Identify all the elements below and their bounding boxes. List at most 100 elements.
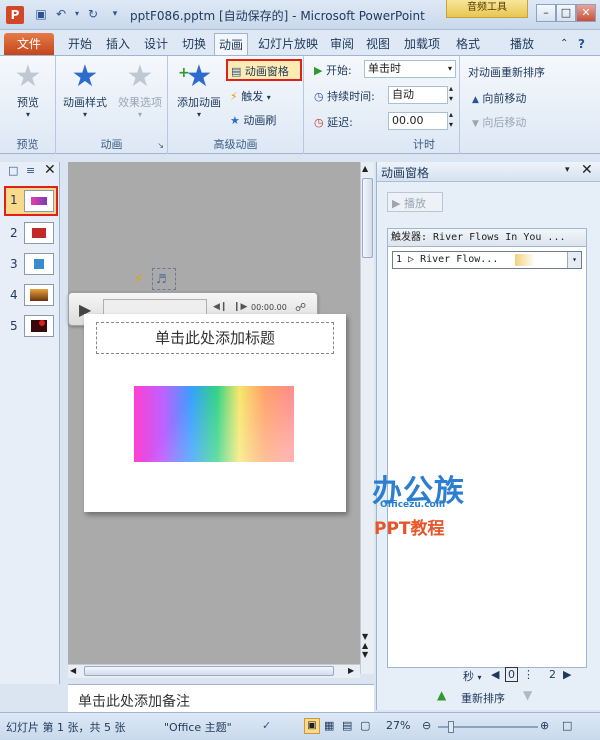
start-select[interactable]: 单击时 ▾	[364, 60, 456, 78]
item-dropdown-icon[interactable]: ▾	[567, 252, 581, 268]
effect-options-button[interactable]: ★ 效果选项 ▾	[114, 60, 166, 120]
scroll-right-icon[interactable]: ▶	[348, 666, 354, 675]
save-icon[interactable]: ▣	[34, 7, 48, 21]
slide-sorter-icon[interactable]: ▦	[324, 719, 334, 732]
delay-input[interactable]: 00.00	[388, 112, 448, 130]
tab-file[interactable]: 文件	[4, 33, 54, 55]
zoom-slider[interactable]	[438, 721, 538, 733]
timeline-start: 0	[505, 667, 518, 682]
normal-view-icon[interactable]: ▣	[304, 718, 320, 734]
slide-canvas[interactable]: 单击此处添加标题	[84, 314, 346, 512]
animation-pane-title: 动画窗格	[381, 166, 430, 180]
title-placeholder[interactable]: 单击此处添加标题	[96, 322, 334, 354]
tab-playback[interactable]: 播放	[506, 33, 538, 55]
seek-forward-icon[interactable]: ❙▶	[233, 302, 247, 312]
slide-thumbnail[interactable]	[24, 222, 54, 244]
tab-review[interactable]: 审阅	[326, 33, 358, 55]
scroll-down-icon[interactable]: ▼ ▲ ▼	[362, 632, 368, 659]
pane-options-icon[interactable]: ▾	[565, 165, 570, 175]
timeline-seconds-button[interactable]: 秒 ▾	[463, 668, 482, 684]
spell-check-icon[interactable]: ✓	[262, 719, 271, 732]
watermark-site: Officezu.com	[380, 500, 446, 510]
reorder-label: 重新排序	[461, 692, 505, 705]
scroll-thumb[interactable]	[362, 178, 373, 258]
animation-pane-icon: ▤	[231, 65, 242, 78]
animation-list: 触发器: River Flows In You ... 1 ▷ River Fl…	[387, 228, 587, 668]
undo-dropdown-icon[interactable]: ▾	[70, 7, 84, 21]
preview-button[interactable]: ★ 预览 ▾	[6, 60, 50, 120]
slide-thumbnail[interactable]	[24, 315, 54, 337]
duration-spinner[interactable]: ▴ ▾	[449, 84, 453, 104]
maximize-button[interactable]: □	[556, 4, 576, 22]
trigger-header[interactable]: 触发器: River Flows In You ...	[388, 229, 586, 247]
scroll-left-icon[interactable]: ◀	[70, 666, 76, 675]
delay-clock-icon: ◷	[314, 116, 324, 129]
group-reorder: 对动画重新排序 ▲ 向前移动 ▼ 向后移动	[464, 56, 600, 154]
slide-thumbnail[interactable]	[24, 284, 54, 306]
speaker-icon[interactable]: ♬	[156, 272, 167, 286]
add-animation-button[interactable]: ★ + 添加动画 ▾	[172, 60, 226, 120]
minimize-button[interactable]: –	[536, 4, 556, 22]
watermark-ppt: PPT教程	[374, 519, 445, 539]
slide-number: 3	[10, 257, 18, 271]
colorful-feather-image[interactable]	[134, 386, 294, 462]
zoom-in-icon[interactable]: ⊕	[540, 719, 549, 732]
reorder-down-icon[interactable]: ▼	[523, 688, 532, 702]
dialog-launcher-icon[interactable]: ↘	[157, 141, 164, 150]
volume-icon[interactable]: ☍	[295, 301, 306, 314]
slide-thumbnail[interactable]	[24, 253, 54, 275]
tab-design[interactable]: 设计	[140, 33, 172, 55]
collapse-ribbon-icon[interactable]: ⌃	[556, 33, 572, 55]
seek-back-icon[interactable]: ◀❙	[213, 302, 227, 312]
outline-tab-icon[interactable]: ≡	[26, 164, 35, 177]
tab-insert[interactable]: 插入	[102, 33, 134, 55]
animation-item[interactable]: 1 ▷ River Flow... ▾	[392, 251, 582, 269]
slides-tab-icon[interactable]: □	[8, 164, 18, 177]
animation-painter-button[interactable]: ★ 动画刷	[230, 112, 276, 128]
tab-slideshow[interactable]: 幻灯片放映	[254, 33, 322, 55]
move-later-button[interactable]: ▼ 向后移动	[472, 114, 526, 130]
timeline-scroll-left-icon[interactable]: ◀	[491, 668, 499, 681]
tab-format[interactable]: 格式	[452, 33, 484, 55]
anim-play-button[interactable]: ▶ 播放	[387, 192, 443, 212]
fit-to-window-icon[interactable]: □	[562, 719, 572, 732]
help-icon[interactable]: ?	[574, 33, 589, 55]
effect-options-dropdown-icon: ▾	[137, 110, 142, 119]
animation-pane-button[interactable]: ▤ 动画窗格	[226, 59, 302, 81]
reading-view-icon[interactable]: ▤	[342, 719, 352, 732]
zoom-slider-thumb[interactable]	[448, 721, 454, 733]
zoom-out-icon[interactable]: ⊖	[422, 719, 431, 732]
group-timing: ▶ 开始: 单击时 ▾ ◷ 持续时间: 自动 ▴ ▾ ◷ 延迟: 00.00 ▴ ▾…	[304, 56, 460, 154]
customize-quick-access-icon[interactable]: ▾	[108, 7, 122, 21]
delay-spinner[interactable]: ▴ ▾	[449, 110, 453, 130]
reorder-up-icon[interactable]: ▲	[437, 688, 446, 702]
editor-vertical-scrollbar[interactable]: ▲ ▼ ▲ ▼	[360, 162, 374, 674]
status-theme: "Office 主题"	[164, 721, 232, 734]
close-panel-icon[interactable]: ✕	[44, 162, 56, 178]
trigger-button[interactable]: ⚡ 触发 ▾	[230, 88, 271, 104]
tab-animations[interactable]: 动画	[214, 33, 249, 55]
tab-view[interactable]: 视图	[362, 33, 394, 55]
timeline-scroll-right-icon[interactable]: ▶	[563, 668, 571, 681]
tab-transitions[interactable]: 切换	[178, 33, 210, 55]
notes-pane[interactable]: 单击此处添加备注	[68, 684, 374, 712]
slideshow-view-icon[interactable]: ▢	[360, 719, 370, 732]
anim-play-icon: ▶	[392, 197, 401, 210]
scroll-up-icon[interactable]: ▲	[362, 164, 368, 173]
pane-close-icon[interactable]: ✕	[581, 162, 593, 178]
undo-icon[interactable]: ↶	[54, 7, 68, 21]
zoom-level[interactable]: 27%	[386, 719, 410, 732]
move-earlier-button[interactable]: ▲ 向前移动	[472, 90, 526, 106]
tab-addins[interactable]: 加载项	[400, 33, 444, 55]
tab-home[interactable]: 开始	[64, 33, 96, 55]
editor-horizontal-scrollbar[interactable]: ◀ ▶	[68, 664, 360, 678]
slides-panel: □ ≡ ✕ 1 2 3 4 5	[0, 162, 60, 684]
hscroll-thumb[interactable]	[84, 666, 334, 676]
duration-input[interactable]: 自动	[388, 86, 448, 104]
redo-icon[interactable]: ↻	[86, 7, 100, 21]
notes-placeholder[interactable]: 单击此处添加备注	[78, 691, 190, 711]
animation-styles-button[interactable]: ★ 动画样式 ▾	[58, 60, 112, 120]
add-animation-dropdown-icon: ▾	[196, 110, 201, 119]
slide-thumbnail[interactable]	[24, 190, 54, 212]
close-button[interactable]: ✕	[576, 4, 596, 22]
